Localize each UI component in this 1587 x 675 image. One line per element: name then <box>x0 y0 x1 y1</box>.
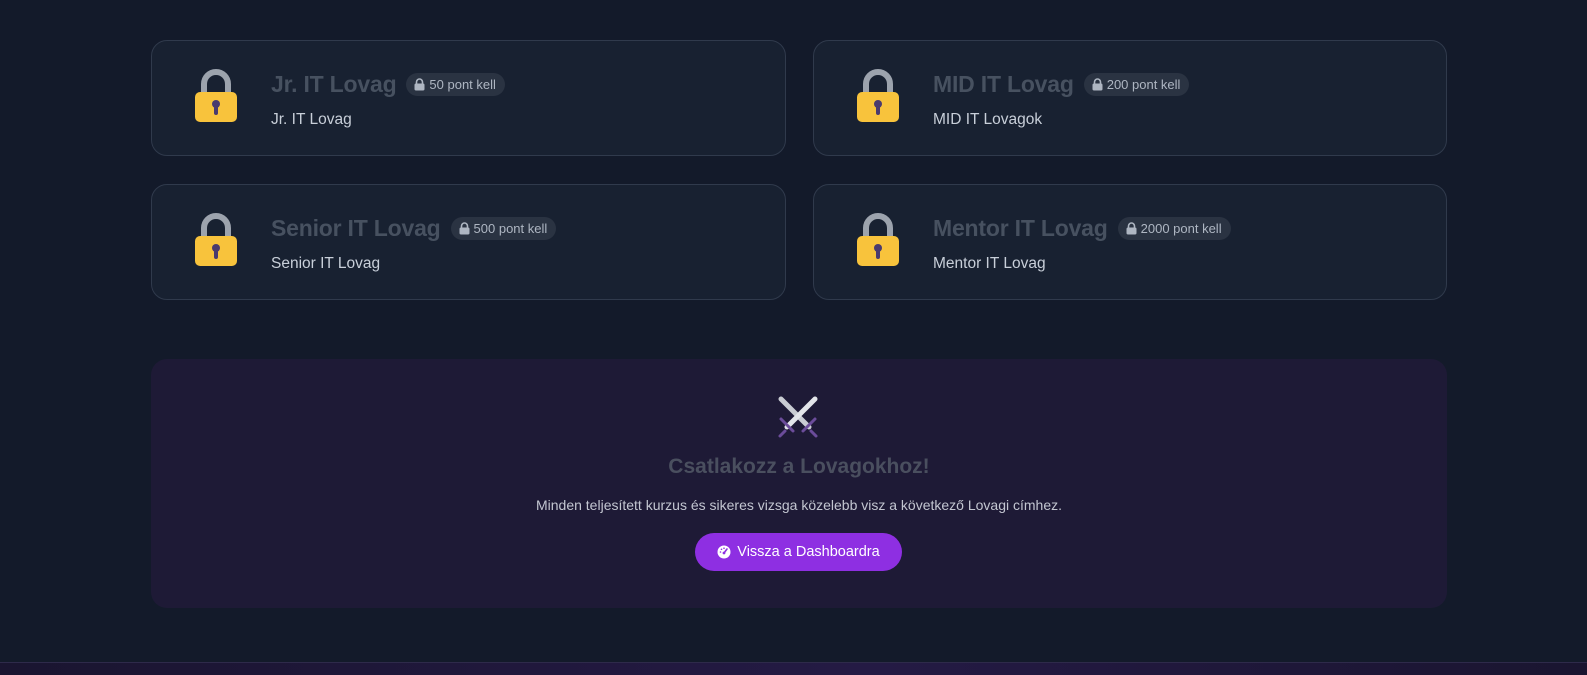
rank-card-mid: MID IT Lovag 200 pont kell MID IT Lovago… <box>813 40 1447 156</box>
points-required-badge: 50 pont kell <box>406 73 505 96</box>
rank-grid: Jr. IT Lovag 50 pont kell Jr. IT Lovag M… <box>151 40 1447 300</box>
badge-label: 200 pont kell <box>1106 77 1181 92</box>
button-label: Vissza a Dashboardra <box>737 544 880 560</box>
lock-icon <box>195 213 237 266</box>
back-to-dashboard-button[interactable]: Vissza a Dashboardra <box>695 533 902 571</box>
cta-headline: Csatlakozz a Lovagokhoz! <box>668 455 930 478</box>
rank-title: Jr. IT Lovag <box>271 71 397 97</box>
cta-subtext: Minden teljesített kurzus és sikeres viz… <box>535 497 1063 513</box>
points-required-badge: 2000 pont kell <box>1117 217 1231 240</box>
lock-icon <box>857 213 899 266</box>
rank-card-jr: Jr. IT Lovag 50 pont kell Jr. IT Lovag <box>151 40 786 156</box>
rank-description: Senior IT Lovag <box>271 255 381 272</box>
small-lock-icon <box>1092 78 1103 91</box>
crossed-swords-icon <box>778 396 818 438</box>
rank-title: MID IT Lovag <box>933 71 1074 97</box>
rank-card-senior: Senior IT Lovag 500 pont kell Senior IT … <box>151 184 786 300</box>
rank-description: MID IT Lovagok <box>933 111 1043 128</box>
points-required-badge: 500 pont kell <box>450 217 557 240</box>
small-lock-icon <box>414 78 425 91</box>
lock-icon <box>195 69 237 122</box>
rank-title: Mentor IT Lovag <box>933 215 1108 241</box>
footer-edge <box>0 662 1587 675</box>
points-required-badge: 200 pont kell <box>1083 73 1190 96</box>
lock-icon <box>857 69 899 122</box>
rank-description: Jr. IT Lovag <box>271 111 352 128</box>
rank-card-mentor: Mentor IT Lovag 2000 pont kell Mentor IT… <box>813 184 1447 300</box>
small-lock-icon <box>1126 222 1137 235</box>
join-knights-panel: Csatlakozz a Lovagokhoz! Minden teljesít… <box>151 359 1447 608</box>
small-lock-icon <box>459 222 470 235</box>
badge-label: 2000 pont kell <box>1140 221 1222 236</box>
rank-description: Mentor IT Lovag <box>933 255 1046 272</box>
badge-label: 50 pont kell <box>429 77 496 92</box>
rank-title: Senior IT Lovag <box>271 215 441 241</box>
badge-label: 500 pont kell <box>473 221 548 236</box>
dashboard-gauge-icon <box>717 545 731 559</box>
